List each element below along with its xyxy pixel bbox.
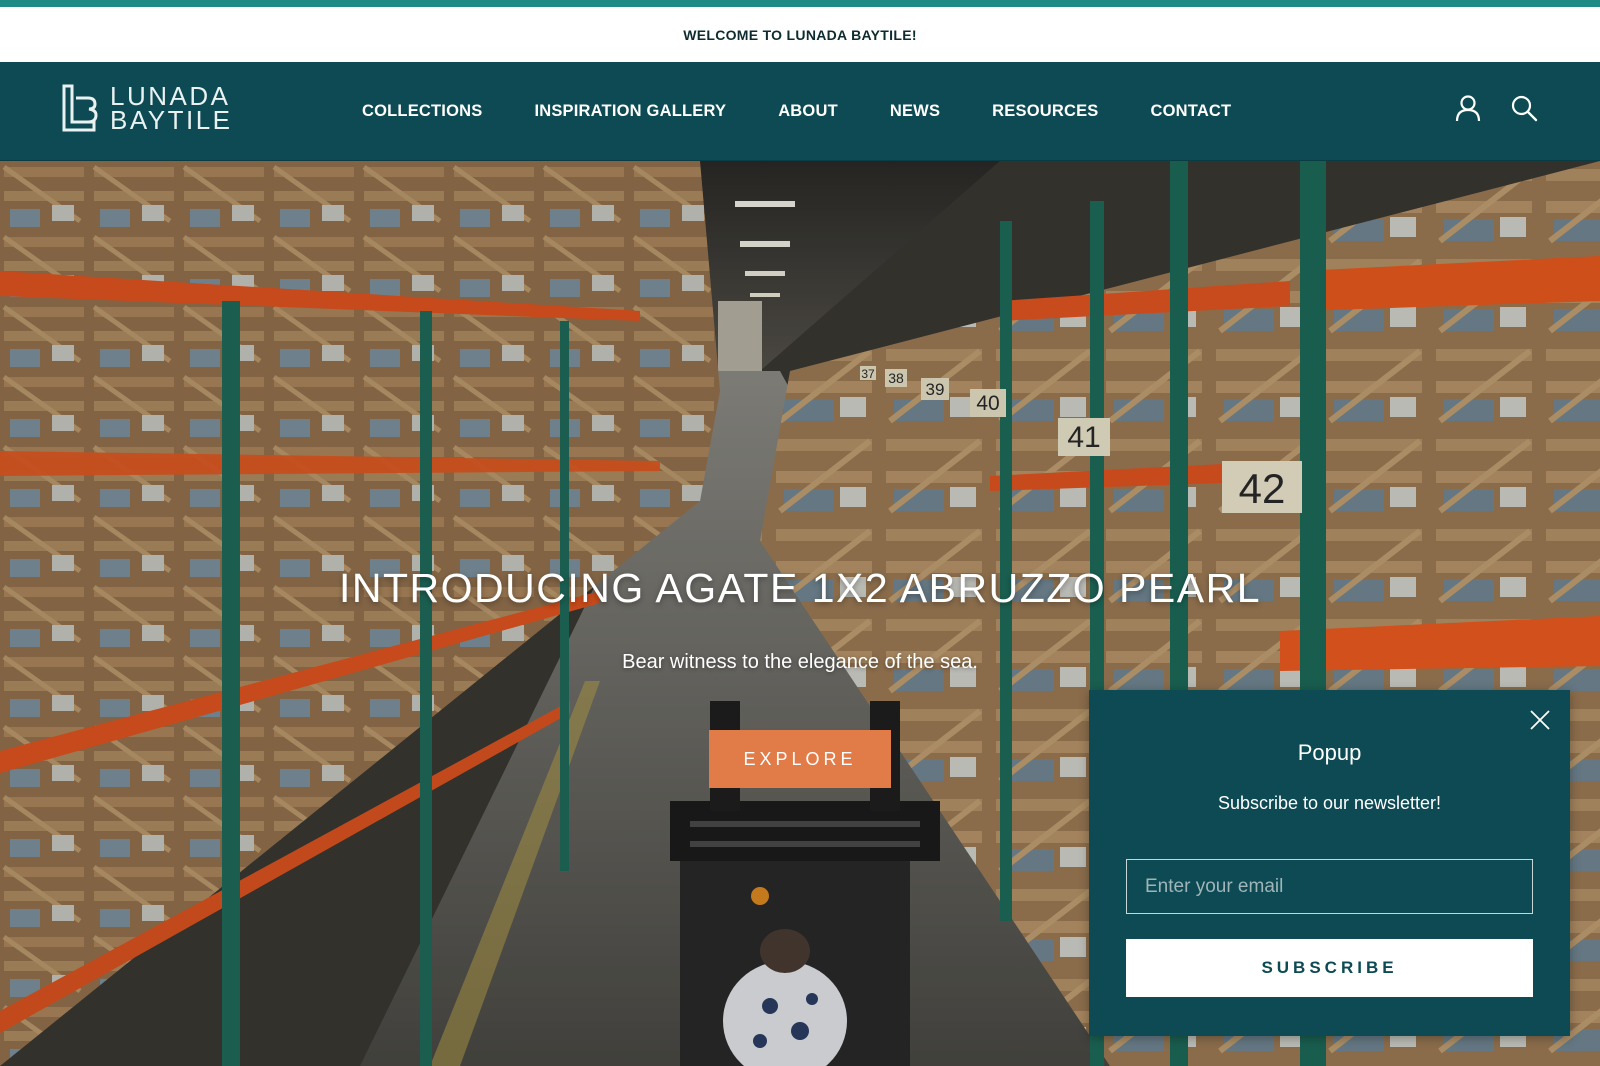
logo-mark-icon bbox=[62, 84, 98, 132]
search-icon[interactable] bbox=[1510, 94, 1538, 122]
main-nav: COLLECTIONS INSPIRATION GALLERY ABOUT NE… bbox=[336, 62, 1257, 161]
newsletter-popup: Popup Subscribe to our newsletter! SUBSC… bbox=[1089, 690, 1570, 1036]
nav-item-contact[interactable]: CONTACT bbox=[1151, 102, 1232, 121]
header-actions bbox=[1454, 94, 1538, 122]
hero-subtitle: Bear witness to the elegance of the sea. bbox=[622, 651, 978, 673]
top-accent-strip bbox=[0, 0, 1600, 7]
close-icon[interactable] bbox=[1528, 708, 1552, 732]
email-input[interactable] bbox=[1126, 859, 1533, 914]
nav-item-collections[interactable]: COLLECTIONS bbox=[362, 102, 482, 121]
logo-text: LUNADA BAYTILE bbox=[110, 83, 233, 135]
nav-item-news[interactable]: NEWS bbox=[890, 102, 940, 121]
subscribe-button[interactable]: SUBSCRIBE bbox=[1126, 939, 1533, 997]
announcement-text: WELCOME TO LUNADA BAYTILE! bbox=[683, 26, 917, 43]
nav-item-resources[interactable]: RESOURCES bbox=[992, 102, 1098, 121]
nav-item-inspiration-gallery[interactable]: INSPIRATION GALLERY bbox=[534, 102, 726, 121]
account-icon[interactable] bbox=[1454, 94, 1482, 122]
explore-button[interactable]: EXPLORE bbox=[709, 730, 891, 788]
popup-title: Popup bbox=[1297, 740, 1362, 765]
brand-logo[interactable]: LUNADA BAYTILE bbox=[62, 82, 233, 134]
nav-item-about[interactable]: ABOUT bbox=[778, 102, 838, 121]
hero-title: INTRODUCING AGATE 1X2 ABRUZZO PEARL bbox=[338, 565, 1262, 611]
logo-line-2: BAYTILE bbox=[110, 105, 233, 135]
site-header: LUNADA BAYTILE COLLECTIONS INSPIRATION G… bbox=[0, 62, 1600, 161]
announcement-bar: WELCOME TO LUNADA BAYTILE! bbox=[0, 7, 1600, 62]
popup-text: Subscribe to our newsletter! bbox=[1217, 793, 1442, 813]
